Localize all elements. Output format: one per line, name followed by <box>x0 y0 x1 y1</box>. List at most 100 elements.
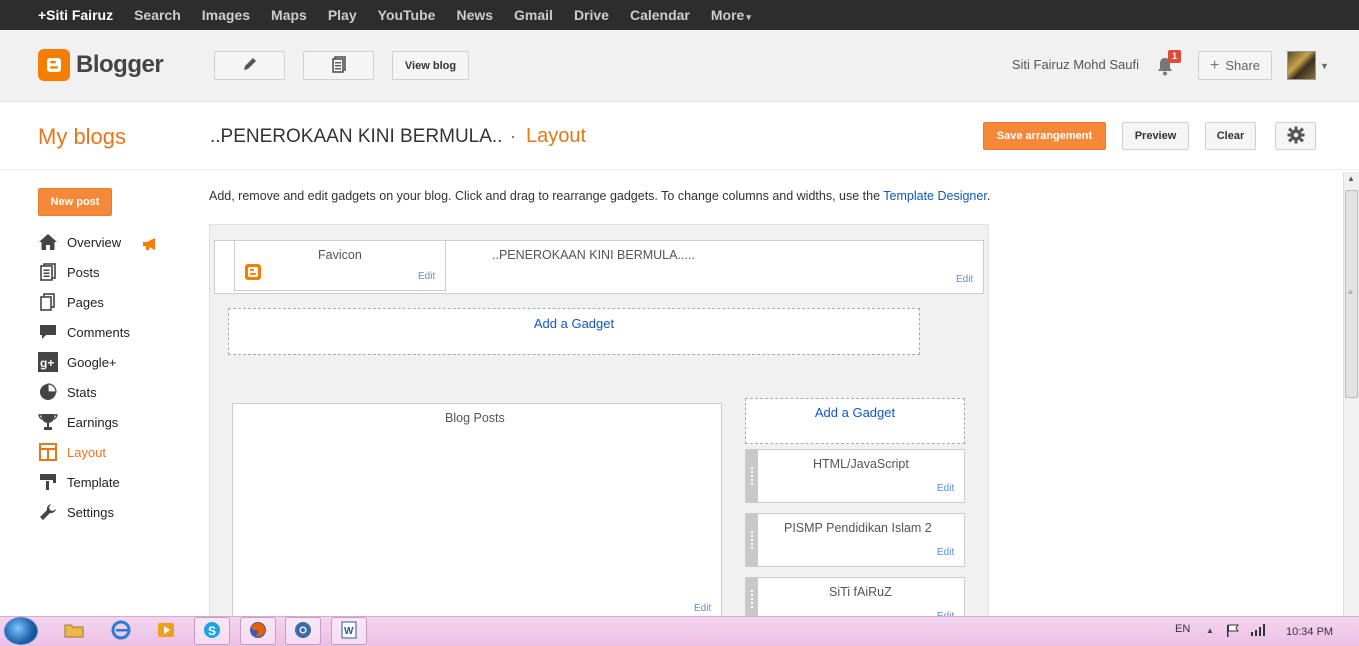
blogger-logo[interactable]: Blogger <box>38 49 164 81</box>
globe-icon <box>293 620 313 643</box>
gbar-calendar-link[interactable]: Calendar <box>630 7 690 23</box>
template-designer-link[interactable]: Template Designer <box>883 189 987 203</box>
notification-badge: 1 <box>1168 50 1182 63</box>
favicon-edit-link[interactable]: Edit <box>418 271 435 282</box>
user-name[interactable]: Siti Fairuz Mohd Saufi <box>1012 57 1139 72</box>
preview-button[interactable]: Preview <box>1122 122 1189 150</box>
skype-icon: S <box>202 620 222 643</box>
sidebar-item-label: Comments <box>67 324 130 340</box>
start-button[interactable] <box>4 617 38 645</box>
firefox-taskbar-button[interactable] <box>240 617 276 645</box>
earnings-icon <box>38 412 58 432</box>
system-clock[interactable]: 10:34 PM <box>1286 626 1333 638</box>
share-button[interactable]: + Share <box>1198 51 1272 80</box>
sidebar-item-comments[interactable]: Comments <box>38 322 130 342</box>
gbar-search-link[interactable]: Search <box>134 7 181 23</box>
layout-settings-button[interactable] <box>1275 122 1316 150</box>
sidebar-item-template[interactable]: Template <box>38 472 120 492</box>
firefox-icon <box>248 620 268 643</box>
gbar-images-link[interactable]: Images <box>202 7 250 23</box>
new-post-pencil-button[interactable] <box>214 51 285 80</box>
add-gadget-crosscolumn[interactable]: Add a Gadget <box>228 308 920 355</box>
posts-icon <box>330 55 348 76</box>
gadget-title: SiTi fAiRuZ <box>829 585 892 599</box>
gadget-edit-link[interactable]: Edit <box>937 547 954 558</box>
posts-list-button[interactable] <box>303 51 374 80</box>
internet-explorer-taskbar-button[interactable] <box>103 617 139 645</box>
gbar-profile-link[interactable]: +Siti Fairuz <box>38 7 113 23</box>
sidebar-item-label: Earnings <box>67 414 119 430</box>
avatar[interactable] <box>1287 51 1316 80</box>
sidebar-item-label: Pages <box>67 294 104 310</box>
show-hidden-icons-arrow-icon[interactable]: ▲ <box>1206 626 1214 635</box>
gbar-news-link[interactable]: News <box>456 7 493 23</box>
instructions-end: . <box>986 189 991 203</box>
account-caret-icon[interactable]: ▼ <box>1320 61 1329 71</box>
title-separator: · <box>510 126 516 146</box>
layout-instructions: Add, remove and edit gadgets on your blo… <box>209 189 990 203</box>
add-gadget-label: Add a Gadget <box>533 316 615 331</box>
blog-name[interactable]: ..PENEROKAAN KINI BERMULA.. <box>210 126 502 148</box>
sidebar-item-settings[interactable]: Settings <box>38 502 114 522</box>
media-player-taskbar-button[interactable] <box>148 617 184 645</box>
gbar-youtube-link[interactable]: YouTube <box>378 7 436 23</box>
gadget-edit-link[interactable]: Edit <box>937 483 954 494</box>
drag-handle[interactable] <box>746 450 758 502</box>
save-arrangement-button[interactable]: Save arrangement <box>983 122 1106 150</box>
word-icon: W <box>339 620 359 643</box>
gbar-gmail-link[interactable]: Gmail <box>514 7 553 23</box>
gbar-play-link[interactable]: Play <box>328 7 357 23</box>
header-edit-link[interactable]: Edit <box>956 274 973 285</box>
internet-explorer-icon <box>111 620 131 643</box>
gbar-drive-link[interactable]: Drive <box>574 7 609 23</box>
blogger-favicon-icon <box>245 264 261 283</box>
sidebar-item-layout[interactable]: Layout <box>38 442 106 462</box>
network-signal-icon[interactable] <box>1250 624 1266 639</box>
action-center-flag-icon[interactable] <box>1226 624 1240 641</box>
svg-text:g+: g+ <box>40 356 54 370</box>
add-gadget-sidebar[interactable]: Add a Gadget <box>745 398 965 444</box>
blogger-header: Blogger View blog Siti Fairuz Mohd Saufi… <box>0 30 1359 102</box>
sidebar-item-label: Settings <box>67 504 114 520</box>
google-bar: +Siti Fairuz Search Images Maps Play You… <box>0 0 1359 30</box>
svg-text:W: W <box>344 626 354 637</box>
media-player-icon <box>156 620 176 643</box>
skype-taskbar-button[interactable]: S <box>194 617 230 645</box>
instructions-text: Add, remove and edit gadgets on your blo… <box>209 189 884 203</box>
megaphone-icon[interactable] <box>142 238 158 253</box>
sidebar-item-earnings[interactable]: Earnings <box>38 412 118 432</box>
explorer-taskbar-button[interactable] <box>56 617 92 645</box>
sidebar-item-stats[interactable]: Stats <box>38 382 97 402</box>
scroll-up-arrow-icon[interactable]: ▲ <box>1347 174 1355 183</box>
sidebar-item-posts[interactable]: Posts <box>38 262 100 282</box>
gbar-more-link[interactable]: More ▾ <box>711 7 751 23</box>
page-title: Layout <box>526 125 587 147</box>
favicon-title: Favicon <box>318 248 362 262</box>
layout-icon <box>38 442 58 462</box>
pencil-icon <box>241 55 259 76</box>
sidebar-gadget[interactable] <box>745 577 965 621</box>
sidebar-item-overview[interactable]: Overview <box>38 232 121 252</box>
chrome-taskbar-button[interactable] <box>285 617 321 645</box>
clear-button[interactable]: Clear <box>1205 122 1256 150</box>
gear-icon <box>1287 126 1305 147</box>
sidebar-item-label: Stats <box>67 384 97 400</box>
sidebar-item-google-plus[interactable]: g+ Google+ <box>38 352 117 372</box>
drag-handle[interactable] <box>746 514 758 566</box>
pages-icon <box>38 292 58 312</box>
new-post-button[interactable]: New post <box>38 188 112 216</box>
home-icon <box>38 232 58 252</box>
sidebar-item-pages[interactable]: Pages <box>38 292 104 312</box>
blog-posts-edit-link[interactable]: Edit <box>694 603 711 614</box>
plus-icon: + <box>1209 56 1220 74</box>
drag-handle[interactable] <box>746 578 758 620</box>
template-icon <box>38 472 58 492</box>
sidebar-item-label: Layout <box>67 444 107 460</box>
word-taskbar-button[interactable]: W <box>331 617 367 645</box>
my-blogs-link[interactable]: My blogs <box>38 124 126 150</box>
sidebar-item-label: Posts <box>67 264 100 280</box>
blog-posts-gadget[interactable] <box>232 403 722 621</box>
gbar-maps-link[interactable]: Maps <box>271 7 307 23</box>
language-indicator[interactable]: EN <box>1175 623 1190 635</box>
view-blog-button[interactable]: View blog <box>392 51 469 80</box>
